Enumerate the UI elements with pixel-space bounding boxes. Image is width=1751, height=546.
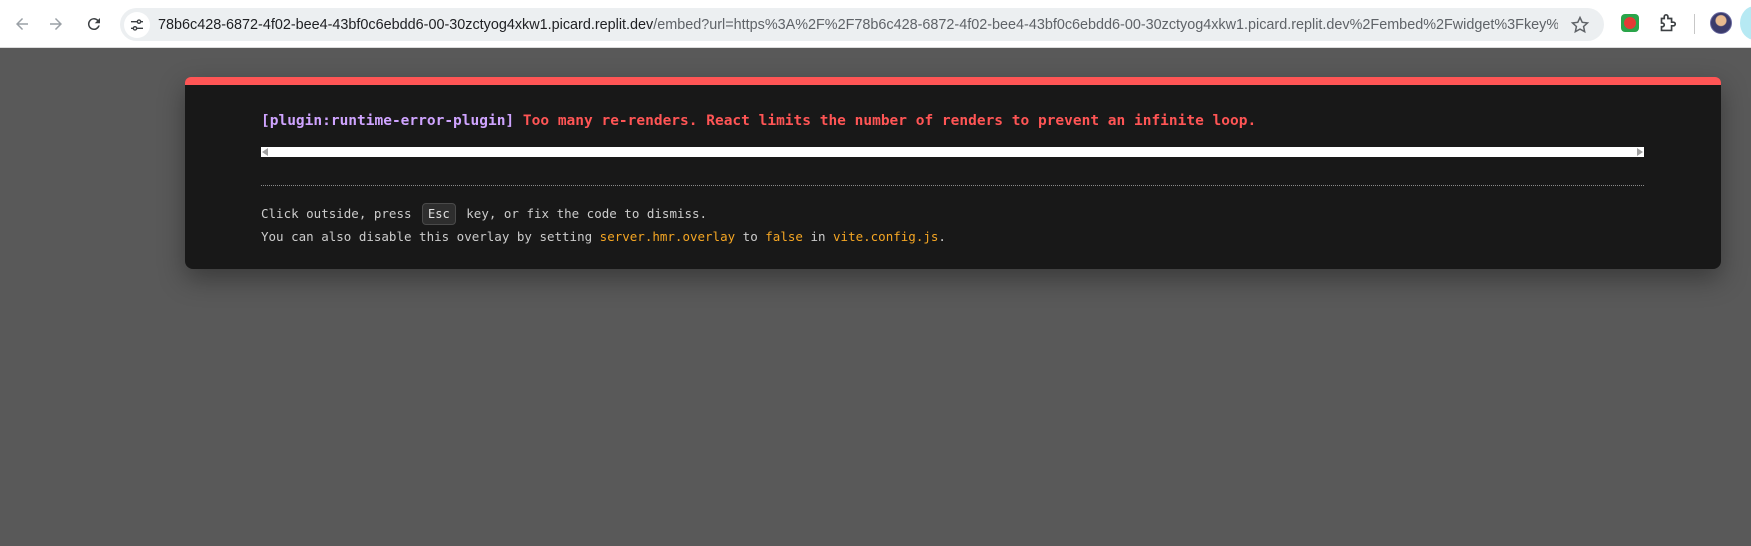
puzzle-icon[interactable] bbox=[1656, 13, 1678, 35]
tip-end: . bbox=[938, 229, 946, 244]
config-file: vite.config.js bbox=[833, 229, 939, 244]
tip-text: in bbox=[810, 229, 826, 244]
config-value: false bbox=[765, 229, 803, 244]
site-settings-button[interactable] bbox=[124, 11, 150, 38]
tip-text: to bbox=[742, 229, 758, 244]
tip-text: You can also disable this overlay by set… bbox=[261, 229, 593, 244]
side-panel-edge bbox=[1740, 6, 1751, 40]
tip-text: Click outside, press bbox=[261, 206, 412, 221]
divider-line bbox=[261, 185, 1644, 186]
reload-button[interactable] bbox=[80, 10, 108, 38]
dismiss-tip: Click outside, press Esc key, or fix the… bbox=[261, 203, 707, 225]
forward-arrow-icon bbox=[50, 18, 62, 30]
tip-text: key, or fix the code to dismiss. bbox=[466, 206, 708, 221]
url-path: /embed?url=https%3A%2F%2F78b6c428-6872-4… bbox=[653, 16, 1558, 33]
esc-key: Esc bbox=[422, 203, 456, 225]
address-bar[interactable]: 78b6c428-6872-4f02-bee4-43bf0c6ebdd6-00-… bbox=[120, 8, 1604, 41]
error-overlay: [plugin:runtime-error-plugin] Too many r… bbox=[185, 77, 1721, 269]
url-host: 78b6c428-6872-4f02-bee4-43bf0c6ebdd6-00-… bbox=[158, 16, 654, 33]
bookmark-star-icon[interactable] bbox=[1570, 15, 1590, 35]
site-settings-icon bbox=[131, 18, 143, 31]
scroll-left-icon[interactable] bbox=[262, 148, 268, 156]
extension-icon[interactable] bbox=[1621, 14, 1639, 32]
scroll-right-icon[interactable] bbox=[1637, 148, 1643, 156]
config-key: server.hmr.overlay bbox=[599, 229, 736, 244]
plugin-name: [plugin:runtime-error-plugin] bbox=[261, 113, 515, 129]
back-arrow-icon bbox=[16, 18, 28, 30]
profile-avatar[interactable] bbox=[1710, 12, 1732, 34]
error-text: Too many re-renders. React limits the nu… bbox=[522, 113, 1257, 129]
horizontal-scrollbar[interactable] bbox=[261, 147, 1644, 157]
browser-toolbar: 78b6c428-6872-4f02-bee4-43bf0c6ebdd6-00-… bbox=[0, 0, 1751, 48]
disable-tip: You can also disable this overlay by set… bbox=[261, 229, 946, 244]
back-button[interactable] bbox=[8, 10, 36, 38]
record-dot-icon bbox=[1624, 17, 1636, 29]
error-message: [plugin:runtime-error-plugin] Too many r… bbox=[261, 113, 1256, 129]
url-text[interactable]: 78b6c428-6872-4f02-bee4-43bf0c6ebdd6-00-… bbox=[158, 17, 1558, 33]
toolbar-divider bbox=[1694, 14, 1695, 34]
reload-icon bbox=[87, 18, 100, 31]
forward-button[interactable] bbox=[42, 10, 70, 38]
